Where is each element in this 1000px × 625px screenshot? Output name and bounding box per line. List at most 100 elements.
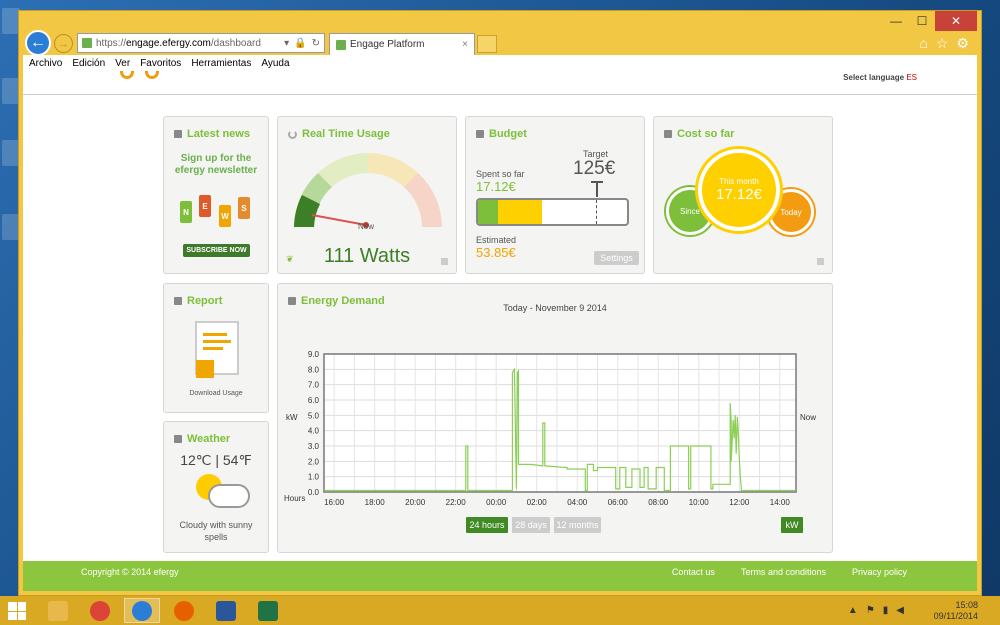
url-host: engage.efergy.com bbox=[126, 37, 211, 49]
favorites-star-icon[interactable]: ☆ bbox=[936, 35, 949, 52]
dropdown-icon[interactable]: ▾ bbox=[284, 38, 289, 49]
x-tick-label: 20:00 bbox=[405, 498, 426, 507]
taskbar-firefox[interactable] bbox=[166, 598, 202, 623]
menu-herramientas[interactable]: Herramientas bbox=[191, 58, 251, 69]
download-usage-link[interactable]: Download Usage bbox=[164, 390, 268, 397]
flag-icon[interactable]: ⚑ bbox=[866, 605, 875, 616]
realtime-watts: 111 Watts bbox=[323, 245, 411, 267]
budget-settings-button[interactable]: Settings bbox=[594, 251, 639, 265]
footer-link-contact[interactable]: Contact us bbox=[672, 567, 715, 577]
lock-icon[interactable]: 🔒 bbox=[294, 38, 306, 49]
taskbar-word[interactable] bbox=[208, 598, 244, 623]
news-tag-s: S bbox=[238, 197, 250, 219]
browser-window: — ☐ ✕ ← → https://engage.efergy.com/dash… bbox=[18, 10, 982, 596]
taskbar-explorer[interactable] bbox=[40, 598, 76, 623]
refresh-icon[interactable]: ↻ bbox=[312, 38, 320, 49]
tab-engage-platform[interactable]: Engage Platform × bbox=[329, 33, 475, 55]
firefox-icon bbox=[174, 600, 194, 621]
language-label: Select language bbox=[843, 73, 905, 82]
menu-ayuda[interactable]: Ayuda bbox=[261, 58, 289, 69]
new-tab-button[interactable] bbox=[477, 35, 497, 53]
corner-icon[interactable] bbox=[441, 258, 448, 265]
menu-bar: Archivo Edición Ver Favoritos Herramient… bbox=[23, 55, 977, 71]
settings-gear-icon[interactable]: ⚙ bbox=[956, 35, 969, 52]
budget-icon bbox=[476, 130, 484, 138]
demand-subtitle: Today - November 9 2014 bbox=[503, 303, 607, 313]
home-icon[interactable]: ⌂ bbox=[919, 35, 927, 52]
demand-card: Energy Demand Today - November 9 2014 0.… bbox=[277, 283, 833, 553]
title-bar: — ☐ ✕ ← → https://engage.efergy.com/dash… bbox=[19, 11, 981, 61]
target-value: 125€ bbox=[573, 158, 616, 179]
minimize-icon[interactable]: — bbox=[883, 11, 909, 31]
folder-icon bbox=[48, 600, 68, 621]
realtime-card: Real Time Usage Now 111 Watts ❦ bbox=[277, 116, 457, 274]
energy-demand-chart[interactable]: 0.0 1.0 2.0 3.0 4.0 5.0 6.0 7.0 8.0 9.0 16:00 18:00… bbox=[278, 314, 834, 519]
menu-edicion[interactable]: Edición bbox=[72, 58, 105, 69]
weather-icon bbox=[174, 435, 182, 443]
x-tick-label: 08:00 bbox=[648, 498, 669, 507]
taskbar-chrome[interactable] bbox=[82, 598, 118, 623]
internet-explorer-icon bbox=[132, 600, 152, 621]
realtime-title: Real Time Usage bbox=[288, 128, 390, 140]
forward-arrow-icon[interactable]: → bbox=[54, 34, 73, 53]
subscribe-now-button[interactable]: SUBSCRIBE NOW bbox=[183, 244, 250, 257]
taskbar-excel[interactable] bbox=[250, 598, 286, 623]
cost-icon bbox=[664, 130, 672, 138]
word-icon bbox=[216, 600, 236, 621]
y-tick-label: 9.0 bbox=[308, 350, 320, 359]
logo-icon[interactable] bbox=[120, 71, 134, 79]
news-headline-2: efergy newsletter bbox=[174, 165, 258, 176]
x-axis-label: Hours bbox=[284, 494, 305, 503]
news-tag-e: E bbox=[199, 195, 211, 217]
since-label: Since bbox=[679, 206, 700, 216]
budget-title: Budget bbox=[476, 128, 527, 140]
language-selector[interactable]: Select language ES bbox=[843, 73, 917, 82]
footer-link-privacy[interactable]: Privacy policy bbox=[852, 567, 907, 577]
back-arrow-icon[interactable]: ← bbox=[25, 30, 51, 56]
this-month-circle[interactable]: This month 17.12€ bbox=[698, 149, 780, 231]
network-icon[interactable]: ▮ bbox=[883, 605, 889, 616]
menu-favoritos[interactable]: Favoritos bbox=[140, 58, 181, 69]
favicon-icon bbox=[82, 38, 92, 48]
weather-title-text: Weather bbox=[187, 433, 231, 445]
range-28-days-button[interactable]: 28 days bbox=[512, 517, 550, 533]
menu-ver[interactable]: Ver bbox=[115, 58, 130, 69]
footer-link-terms[interactable]: Terms and conditions bbox=[741, 567, 826, 577]
url-path: /dashboard bbox=[210, 37, 261, 49]
report-icon bbox=[174, 297, 182, 305]
maximize-icon[interactable]: ☐ bbox=[909, 11, 935, 31]
realtime-title-text: Real Time Usage bbox=[302, 128, 390, 140]
tab-close-icon[interactable]: × bbox=[462, 39, 468, 50]
refresh-spinner-icon bbox=[288, 129, 297, 139]
address-bar[interactable]: https://engage.efergy.com/dashboard ▾ 🔒 … bbox=[77, 33, 325, 53]
logo-icon[interactable] bbox=[145, 71, 159, 79]
url-prefix: https:// bbox=[96, 37, 127, 49]
y-tick-label: 8.0 bbox=[308, 365, 320, 374]
y-tick-label: 2.0 bbox=[308, 457, 320, 466]
unit-kw-button[interactable]: kW bbox=[781, 517, 803, 533]
estimated-value: 53.85€ bbox=[476, 245, 516, 260]
user-icon bbox=[174, 130, 182, 138]
close-icon[interactable]: ✕ bbox=[935, 11, 977, 31]
news-title: Latest news bbox=[174, 128, 250, 140]
x-tick-label: 22:00 bbox=[446, 498, 467, 507]
taskbar-clock[interactable]: 15:08 09/11/2014 bbox=[934, 600, 978, 622]
windows-start-icon[interactable] bbox=[8, 602, 26, 620]
x-tick-label: 12:00 bbox=[729, 498, 750, 507]
now-label: Now bbox=[800, 413, 816, 422]
spent-value: 17.12€ bbox=[476, 179, 516, 194]
tray-arrow-icon[interactable]: ▲ bbox=[848, 605, 858, 616]
taskbar-ie[interactable] bbox=[124, 598, 160, 623]
cost-title-text: Cost so far bbox=[677, 128, 735, 140]
taskbar: ▲ ⚑ ▮ ◀ 15:08 09/11/2014 bbox=[0, 596, 1000, 625]
x-tick-label: 06:00 bbox=[608, 498, 629, 507]
menu-archivo[interactable]: Archivo bbox=[29, 58, 62, 69]
range-24-hours-button[interactable]: 24 hours bbox=[466, 517, 508, 533]
volume-icon[interactable]: ◀ bbox=[896, 605, 904, 616]
range-12-months-button[interactable]: 12 months bbox=[554, 517, 601, 533]
download-arrow-icon[interactable] bbox=[196, 360, 214, 378]
window-controls: — ☐ ✕ bbox=[883, 11, 977, 31]
estimated-fill bbox=[498, 200, 543, 224]
budget-card: Budget Spent so far 17.12€ Target 125€ E… bbox=[465, 116, 645, 274]
corner-icon[interactable] bbox=[817, 258, 824, 265]
